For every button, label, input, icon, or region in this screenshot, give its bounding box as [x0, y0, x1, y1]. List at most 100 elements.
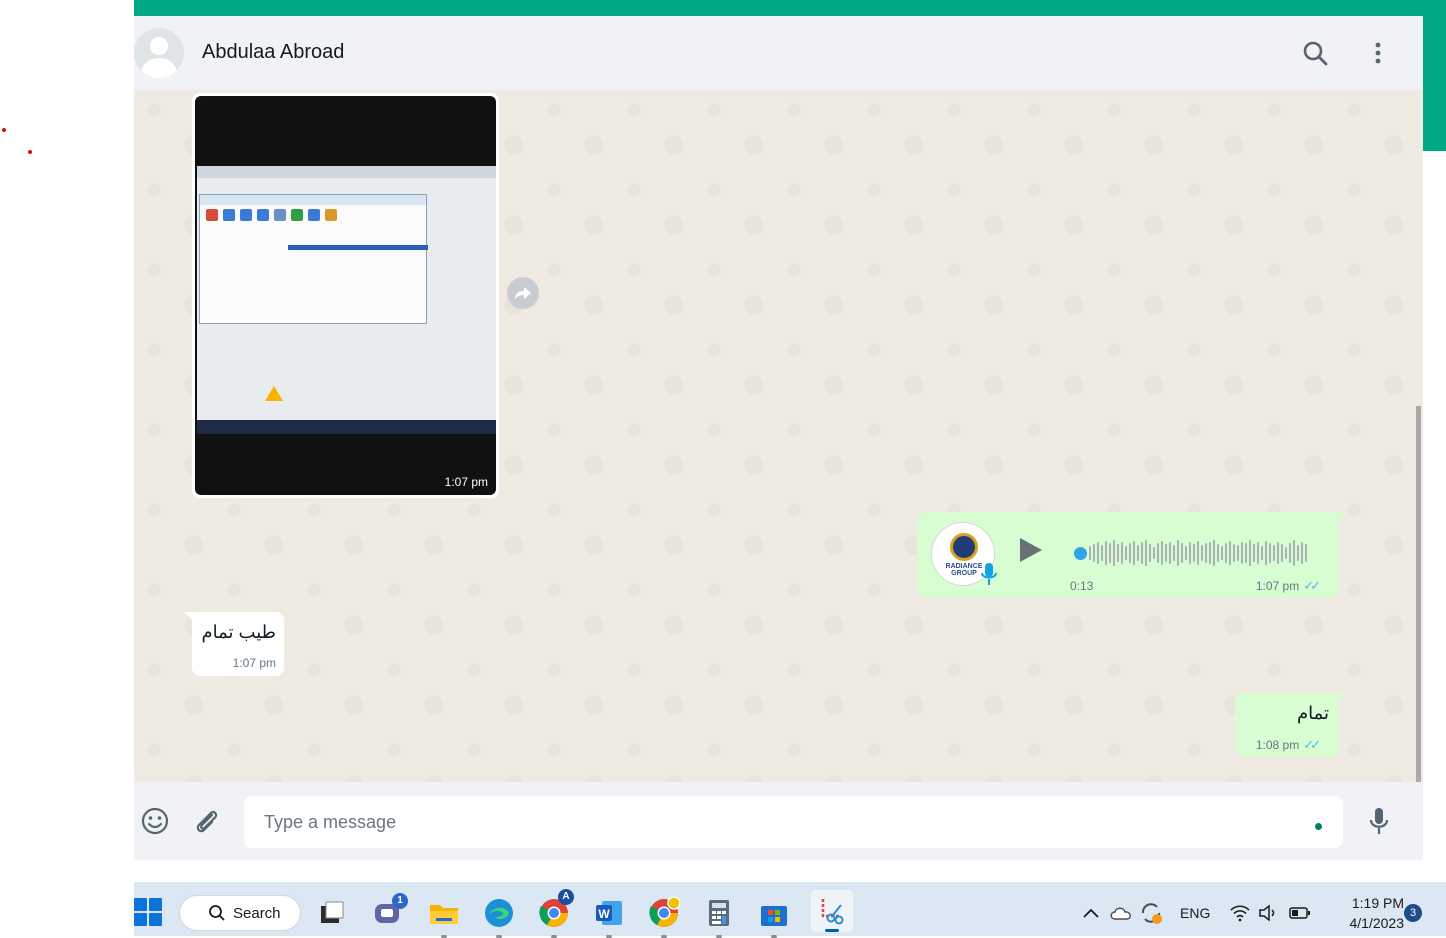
chat-header[interactable]: Abdulaa Abroad — [134, 16, 1423, 90]
chrome-browser-icon[interactable]: A — [536, 889, 574, 938]
chat-scrollbar[interactable] — [1416, 406, 1421, 782]
teams-chat-icon[interactable]: 1 — [369, 893, 408, 931]
contact-avatar[interactable] — [134, 28, 184, 78]
task-view-icon[interactable] — [314, 895, 350, 931]
chrome-profile-badge: A — [558, 889, 574, 905]
waveform-bar — [1201, 545, 1203, 561]
waveform-bar — [1301, 542, 1303, 564]
waveform-bar — [1209, 542, 1211, 564]
waveform-bar — [1225, 543, 1227, 563]
windows-start-icon[interactable] — [134, 898, 162, 926]
language-indicator[interactable]: ENG — [1180, 905, 1210, 921]
side-accent-bar — [1423, 16, 1446, 151]
voice-duration: 0:13 — [1070, 579, 1094, 593]
waveform-bar — [1297, 545, 1299, 561]
waveform-bar — [1197, 541, 1199, 565]
taskbar-search[interactable]: Search — [179, 895, 301, 931]
playback-scrubber[interactable] — [1074, 547, 1087, 560]
voice-message[interactable]: RADIANCE GROUP 0:13 1:07 pm ✓✓ — [917, 512, 1339, 598]
waveform-bar — [1281, 544, 1283, 562]
chrome-profile-icon[interactable] — [646, 895, 682, 938]
play-icon[interactable] — [1020, 538, 1042, 562]
read-ticks-icon: ✓✓ — [1303, 578, 1321, 593]
outgoing-text-message[interactable]: تمام 1:08 pm ✓✓ — [1235, 693, 1339, 757]
photo-of-screen — [197, 166, 496, 434]
waveform-bar — [1145, 540, 1147, 566]
snipping-tool-icon[interactable] — [811, 890, 853, 932]
waveform-bar — [1133, 541, 1135, 565]
waveform-bar — [1205, 543, 1207, 563]
forward-button[interactable] — [507, 277, 539, 309]
waveform-bar — [1277, 542, 1279, 564]
wifi-icon[interactable] — [1228, 895, 1252, 931]
waveform-bar — [1121, 542, 1123, 564]
emoji-icon[interactable] — [139, 805, 171, 837]
message-text: تمام — [1296, 703, 1329, 723]
chat-area[interactable]: 1:07 pm RADIANCE GROUP 0:13 1:07 pm ✓✓ ط… — [134, 90, 1423, 782]
attach-icon[interactable] — [190, 805, 222, 837]
word-icon[interactable]: W — [591, 895, 627, 938]
composer-bar — [134, 782, 1423, 860]
waveform-bar — [1193, 544, 1195, 562]
radiance-logo — [950, 533, 978, 561]
calculator-icon[interactable] — [701, 895, 737, 938]
top-accent-bar — [134, 0, 1446, 16]
waveform-bar — [1189, 542, 1191, 564]
waveform-bar — [1265, 541, 1267, 565]
search-icon — [209, 905, 225, 921]
waveform-bar — [1273, 545, 1275, 561]
message-input[interactable] — [244, 796, 1343, 848]
waveform-bar — [1261, 546, 1263, 560]
show-hidden-icons-icon[interactable] — [1079, 895, 1103, 931]
message-meta: 1:07 pm ✓✓ — [1256, 578, 1321, 594]
whatsapp-window: Abdulaa Abroad 1:07 pm RADIANCE GROUP 0:… — [134, 0, 1446, 882]
waveform-bar — [1249, 540, 1251, 566]
waveform-bar — [1161, 541, 1163, 565]
sync-icon[interactable] — [1137, 895, 1165, 931]
waveform-bar — [1153, 547, 1155, 559]
input-indicator-dot — [1315, 823, 1322, 830]
microphone-icon[interactable] — [1363, 805, 1395, 837]
waveform-bar — [1149, 544, 1151, 562]
waveform-bar — [1213, 540, 1215, 566]
microsoft-store-icon[interactable] — [756, 895, 792, 938]
waveform-bar — [1293, 540, 1295, 566]
volume-icon[interactable] — [1256, 895, 1280, 931]
chat-notification-badge: 1 — [392, 893, 408, 909]
waveform-bar — [1125, 546, 1127, 560]
message-input-box[interactable] — [244, 796, 1343, 848]
desktop-left-area — [0, 0, 134, 936]
windows-taskbar: Search 1 A W ENG 1:19 PM 4/1/2023 3 — [134, 882, 1446, 938]
incoming-text-message[interactable]: طيب تمام 1:07 pm — [192, 612, 284, 676]
waveform-bar — [1237, 545, 1239, 561]
forward-icon — [515, 287, 531, 300]
svg-text:W: W — [598, 907, 610, 921]
message-text: طيب تمام — [201, 622, 276, 642]
image-message[interactable]: 1:07 pm — [192, 93, 499, 498]
menu-icon[interactable] — [1362, 38, 1394, 70]
voice-waveform[interactable] — [1089, 538, 1311, 568]
waveform-bar — [1241, 542, 1243, 564]
search-icon[interactable] — [1300, 38, 1332, 70]
battery-icon[interactable] — [1288, 895, 1312, 931]
system-clock[interactable]: 1:19 PM 4/1/2023 — [1314, 893, 1405, 933]
red-dot — [28, 150, 32, 154]
waveform-bar — [1221, 546, 1223, 560]
waveform-bar — [1097, 542, 1099, 564]
image-thumbnail[interactable]: 1:07 pm — [195, 96, 496, 495]
notification-count-badge[interactable]: 3 — [1404, 904, 1422, 922]
waveform-bar — [1233, 544, 1235, 562]
waveform-bar — [1181, 543, 1183, 563]
waveform-bar — [1101, 545, 1103, 561]
edge-browser-icon[interactable] — [481, 895, 517, 938]
contact-name[interactable]: Abdulaa Abroad — [202, 41, 344, 64]
waveform-bar — [1165, 544, 1167, 562]
waveform-bar — [1285, 547, 1287, 559]
clock-date: 4/1/2023 — [1349, 915, 1405, 931]
onedrive-icon[interactable] — [1107, 895, 1135, 931]
waveform-bar — [1305, 544, 1307, 562]
file-explorer-icon[interactable] — [426, 895, 462, 938]
waveform-bar — [1093, 544, 1095, 562]
waveform-bar — [1257, 542, 1259, 564]
waveform-bar — [1105, 541, 1107, 565]
